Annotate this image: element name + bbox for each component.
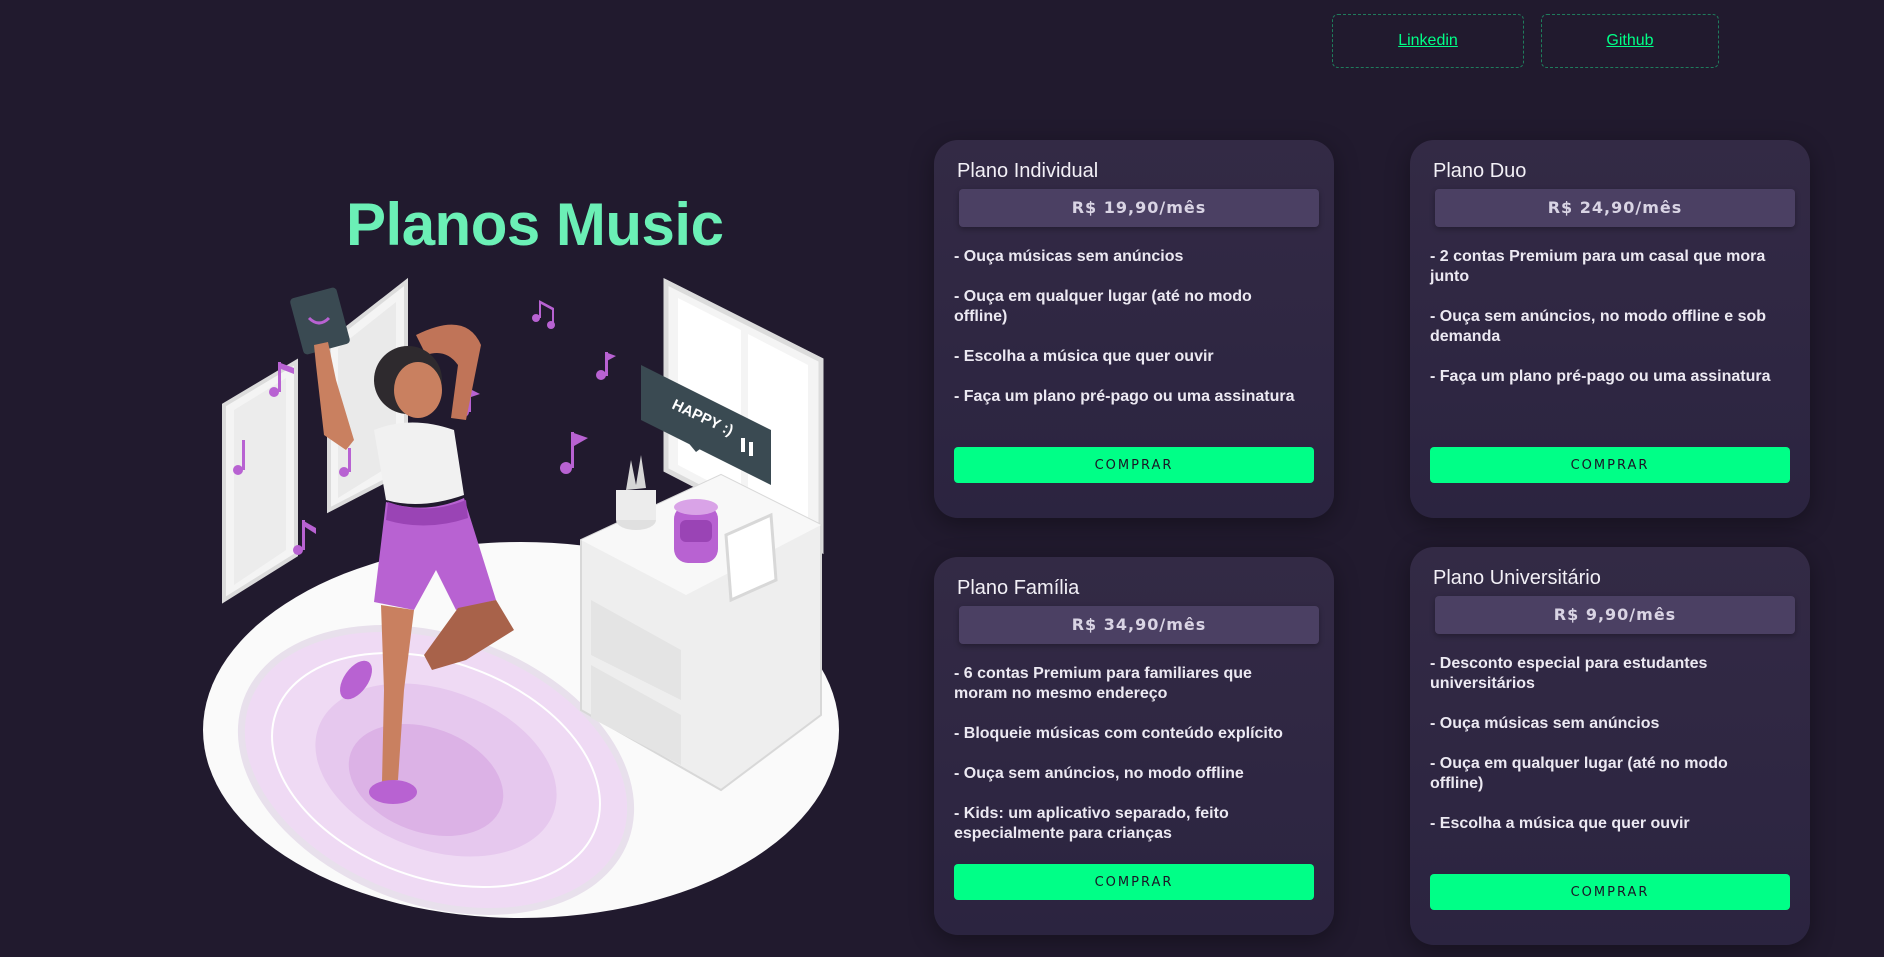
- feature-item: - 2 contas Premium para um casal que mor…: [1430, 248, 1766, 285]
- hero-illustration: HAPPY :): [203, 277, 839, 918]
- feature-list: - Desconto especial para estudantes univ…: [1430, 654, 1790, 834]
- plan-title: Plano Universitário: [1433, 567, 1601, 589]
- github-link[interactable]: Github: [1541, 14, 1719, 68]
- feature-item: - Escolha a música que quer ouvir: [954, 348, 1214, 365]
- plan-title: Plano Individual: [957, 160, 1099, 182]
- feature-item: - Ouça sem anúncios, no modo offline: [954, 765, 1244, 782]
- feature-item: - 6 contas Premium para familiares que m…: [954, 665, 1252, 702]
- plan-price: R$ 9,90/mês: [1435, 596, 1795, 634]
- feature-item: - Ouça em qualquer lugar (até no modo of…: [954, 288, 1252, 325]
- buy-button-individual[interactable]: COMPRAR: [954, 447, 1314, 483]
- plan-title: Plano Duo: [1433, 160, 1527, 182]
- plan-card-individual: Plano Individual R$ 19,90/mês - Ouça mús…: [934, 140, 1334, 518]
- top-nav: Linkedin Github: [1332, 14, 1719, 68]
- feature-list: - 6 contas Premium para familiares que m…: [954, 664, 1314, 844]
- buy-button-universitario[interactable]: COMPRAR: [1430, 874, 1790, 910]
- feature-item: - Bloqueie músicas com conteúdo explícit…: [954, 725, 1283, 742]
- feature-item: - Desconto especial para estudantes univ…: [1430, 655, 1708, 692]
- page-title: Planos Music: [346, 191, 724, 258]
- feature-item: - Escolha a música que quer ouvir: [1430, 815, 1690, 832]
- linkedin-link[interactable]: Linkedin: [1332, 14, 1524, 68]
- feature-item: - Ouça músicas sem anúncios: [1430, 715, 1660, 732]
- feature-item: - Faça um plano pré-pago ou uma assinatu…: [954, 388, 1295, 405]
- feature-item: - Ouça músicas sem anúncios: [954, 248, 1184, 265]
- plan-price: R$ 19,90/mês: [959, 189, 1319, 227]
- plan-title: Plano Família: [957, 577, 1080, 599]
- feature-list: - Ouça músicas sem anúncios - Ouça em qu…: [954, 247, 1314, 407]
- feature-item: - Faça um plano pré-pago ou uma assinatu…: [1430, 368, 1771, 385]
- feature-item: - Ouça em qualquer lugar (até no modo of…: [1430, 755, 1728, 792]
- feature-item: - Kids: um aplicativo separado, feito es…: [954, 805, 1229, 842]
- plan-card-duo: Plano Duo R$ 24,90/mês - 2 contas Premiu…: [1410, 140, 1810, 518]
- feature-list: - 2 contas Premium para um casal que mor…: [1430, 247, 1790, 387]
- plan-card-universitario: Plano Universitário R$ 9,90/mês - Descon…: [1410, 547, 1810, 945]
- feature-item: - Ouça sem anúncios, no modo offline e s…: [1430, 308, 1767, 345]
- plan-card-familia: Plano Família R$ 34,90/mês - 6 contas Pr…: [934, 557, 1334, 935]
- plan-price: R$ 24,90/mês: [1435, 189, 1795, 227]
- plan-price: R$ 34,90/mês: [959, 606, 1319, 644]
- buy-button-duo[interactable]: COMPRAR: [1430, 447, 1790, 483]
- page: Linkedin Github Planos Music HAPPY:) Pl…: [0, 0, 1884, 957]
- buy-button-familia[interactable]: COMPRAR: [954, 864, 1314, 900]
